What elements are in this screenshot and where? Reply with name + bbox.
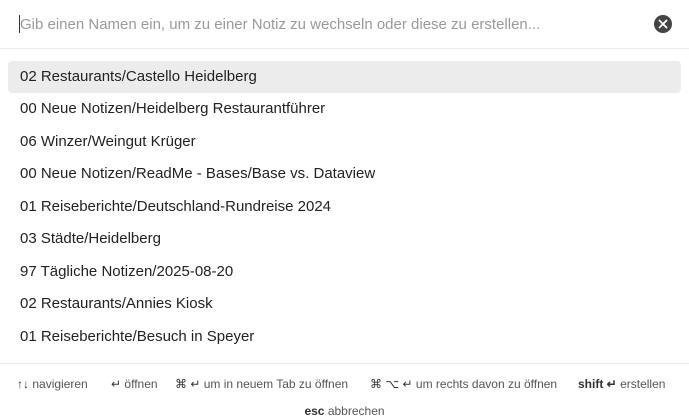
result-item[interactable]: 03 Städte/Heidelberg [8,223,681,255]
result-item[interactable]: 01 Reiseberichte/Deutschland-Rundreise 2… [8,191,681,223]
result-item[interactable]: 01 Reiseberichte/Besuch in Speyer [8,321,681,353]
shortcut-hints: ↑↓ navigieren ↵ öffnen ⌘ ↵ um in neuem T… [0,376,689,392]
arrow-keys-icon: ↑↓ [17,377,29,391]
hint-text: erstellen [620,377,666,391]
hint-text: navigieren [32,377,88,391]
cmd-option-enter-key-icon: ⌘ ⌥ ↵ [370,377,413,391]
shortcut-footer: ↑↓ navigieren ↵ öffnen ⌘ ↵ um in neuem T… [0,363,689,420]
search-bar [0,0,689,49]
hint-navigate: ↑↓ navigieren [17,376,88,392]
enter-key-icon: ↵ [111,377,122,391]
hint-text: öffnen [124,377,158,391]
result-item[interactable]: 00 Neue Notizen/Heidelberg Restaurantfüh… [8,93,681,125]
hint-open: ↵ öffnen [111,376,158,392]
hint-text: um rechts davon zu öffnen [415,377,558,391]
hint-create: shift ↵ erstellen [578,376,665,392]
result-item[interactable]: 02 Restaurants/Annies Kiosk [8,288,681,320]
result-item[interactable]: 00 Neue Notizen/ReadMe - Bases/Base vs. … [8,158,681,190]
note-search-input[interactable] [20,12,640,36]
hint-text: um in neuem Tab zu öffnen [203,377,349,391]
close-icon [658,19,668,29]
hint-open-right: ⌘ ⌥ ↵ um rechts davon zu öffnen [370,376,557,392]
result-item[interactable]: 97 Tägliche Notizen/2025-08-20 [8,256,681,288]
result-item[interactable]: 02 Restaurants/Castello Heidelberg [8,61,681,93]
hint-text: abbrechen [327,404,385,418]
cmd-enter-key-icon: ⌘ ↵ [175,377,201,391]
text-caret [19,15,20,33]
shift-enter-key-icon: shift ↵ [578,377,617,391]
result-item[interactable]: 06 Winzer/Weingut Krüger [8,126,681,158]
clear-search-button[interactable] [654,15,672,33]
hint-new-tab: ⌘ ↵ um in neuem Tab zu öffnen [175,376,348,392]
hint-escape: esc abbrechen [0,403,689,419]
esc-key-label: esc [304,404,325,418]
